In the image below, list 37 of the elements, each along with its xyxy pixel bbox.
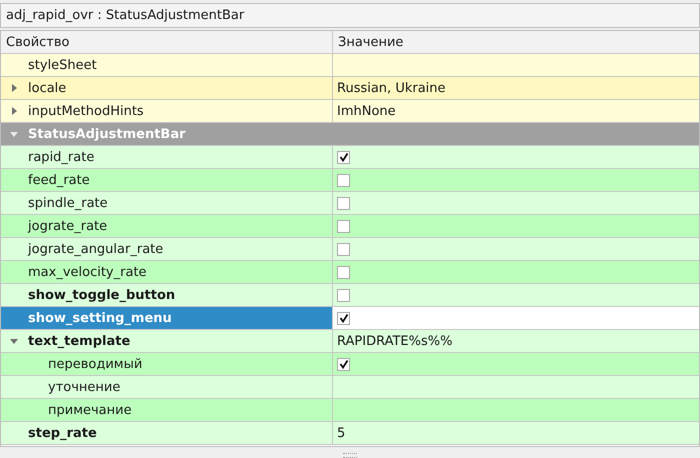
expander-icon[interactable] [9, 336, 19, 346]
property-name[interactable]: примечание [1, 399, 333, 421]
property-value[interactable]: RAPIDRATE%s%% [333, 330, 699, 352]
property-name[interactable]: styleSheet [1, 54, 333, 76]
expander-icon[interactable] [9, 83, 19, 93]
property-name[interactable]: show_setting_menu [1, 307, 333, 329]
expander-icon[interactable] [9, 106, 19, 116]
checkbox[interactable] [337, 242, 350, 256]
checkbox[interactable] [337, 174, 350, 186]
property-value[interactable]: ImhNone [333, 100, 699, 122]
checkbox[interactable] [337, 220, 350, 232]
property-name[interactable]: переводимый [1, 353, 333, 375]
property-name[interactable]: inputMethodHints [1, 100, 333, 122]
checkbox[interactable] [337, 266, 350, 278]
property-name[interactable]: spindle_rate [1, 192, 333, 214]
resize-grip[interactable] [343, 453, 357, 458]
property-name[interactable]: jograte_angular_rate [1, 238, 333, 260]
property-value[interactable]: 5 [333, 422, 699, 444]
property-name[interactable]: feed_rate [1, 169, 333, 191]
column-header[interactable]: Свойство [1, 31, 333, 53]
checkbox[interactable] [337, 288, 350, 302]
property-name[interactable]: max_velocity_rate [1, 261, 333, 283]
property-name[interactable]: jograte_rate [1, 215, 333, 237]
checkbox[interactable] [337, 196, 350, 210]
property-name[interactable]: text_template [1, 330, 333, 352]
checkbox[interactable] [337, 358, 350, 370]
object-title-bar: adj_rapid_ovr : StatusAdjustmentBar [0, 3, 700, 28]
checkbox[interactable] [337, 150, 350, 164]
expander-icon[interactable] [9, 129, 19, 139]
property-name[interactable]: уточнение [1, 376, 333, 398]
property-name[interactable]: step_rate [1, 422, 333, 444]
checkbox[interactable] [337, 312, 350, 324]
property-value[interactable]: Russian, Ukraine [333, 77, 699, 99]
property-name[interactable]: rapid_rate [1, 146, 333, 168]
column-header[interactable]: Значение [333, 31, 699, 53]
property-name[interactable]: locale [1, 77, 333, 99]
property-name[interactable]: show_toggle_button [1, 284, 333, 306]
